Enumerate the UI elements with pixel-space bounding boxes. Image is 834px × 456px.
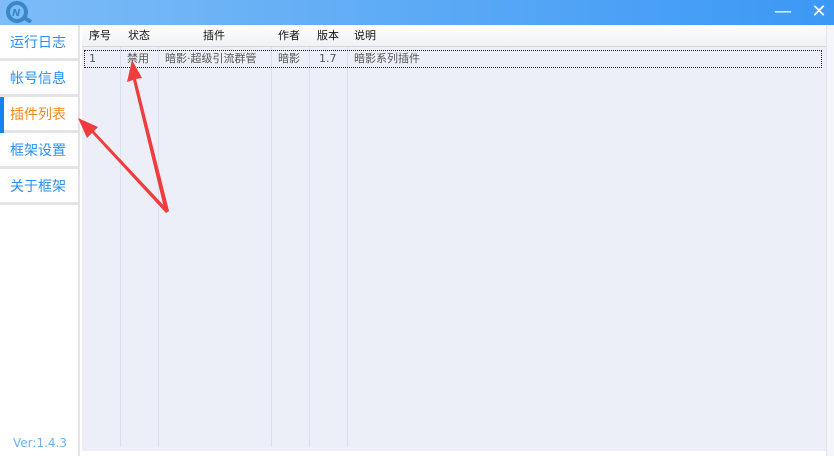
vertical-scrollbar[interactable] [826,25,834,456]
col-header-plugin[interactable]: 插件 [203,25,225,46]
app-logo-icon: N [6,1,33,23]
minimize-button[interactable]: — [768,0,798,25]
version-label: Ver:1.4.3 [13,436,67,450]
col-header-index[interactable]: 序号 [89,25,111,46]
col-header-author[interactable]: 作者 [278,25,300,46]
sidebar-item-account-info[interactable]: 帐号信息 [0,61,78,97]
col-header-version[interactable]: 版本 [317,25,339,46]
plugin-table: 序号 状态 插件 作者 版本 说明 1 禁用 暗影·超级引流群管 暗影 1.7 … [82,25,826,451]
sidebar-item-run-log[interactable]: 运行日志 [0,25,78,61]
table-header: 序号 状态 插件 作者 版本 说明 [82,25,826,47]
cell-description: 暗影系列插件 [354,52,420,65]
cell-status: 禁用 [127,52,149,65]
sidebar-item-framework-settings[interactable]: 框架设置 [0,133,78,169]
svg-text:N: N [12,8,21,19]
col-header-status[interactable]: 状态 [128,25,150,46]
sidebar: 运行日志 帐号信息 插件列表 框架设置 关于框架 Ver:1.4.3 [0,25,80,456]
title-bar: N — ✕ [0,0,834,25]
cell-index: 1 [89,52,96,65]
table-row[interactable]: 1 禁用 暗影·超级引流群管 暗影 1.7 暗影系列插件 [84,50,822,68]
cell-plugin: 暗影·超级引流群管 [165,52,257,65]
close-button[interactable]: ✕ [804,0,834,25]
col-header-description[interactable]: 说明 [354,25,376,46]
cell-version: 1.7 [319,52,337,65]
sidebar-item-about[interactable]: 关于框架 [0,169,78,205]
cell-author: 暗影 [278,52,300,65]
sidebar-item-plugin-list[interactable]: 插件列表 [0,97,78,133]
